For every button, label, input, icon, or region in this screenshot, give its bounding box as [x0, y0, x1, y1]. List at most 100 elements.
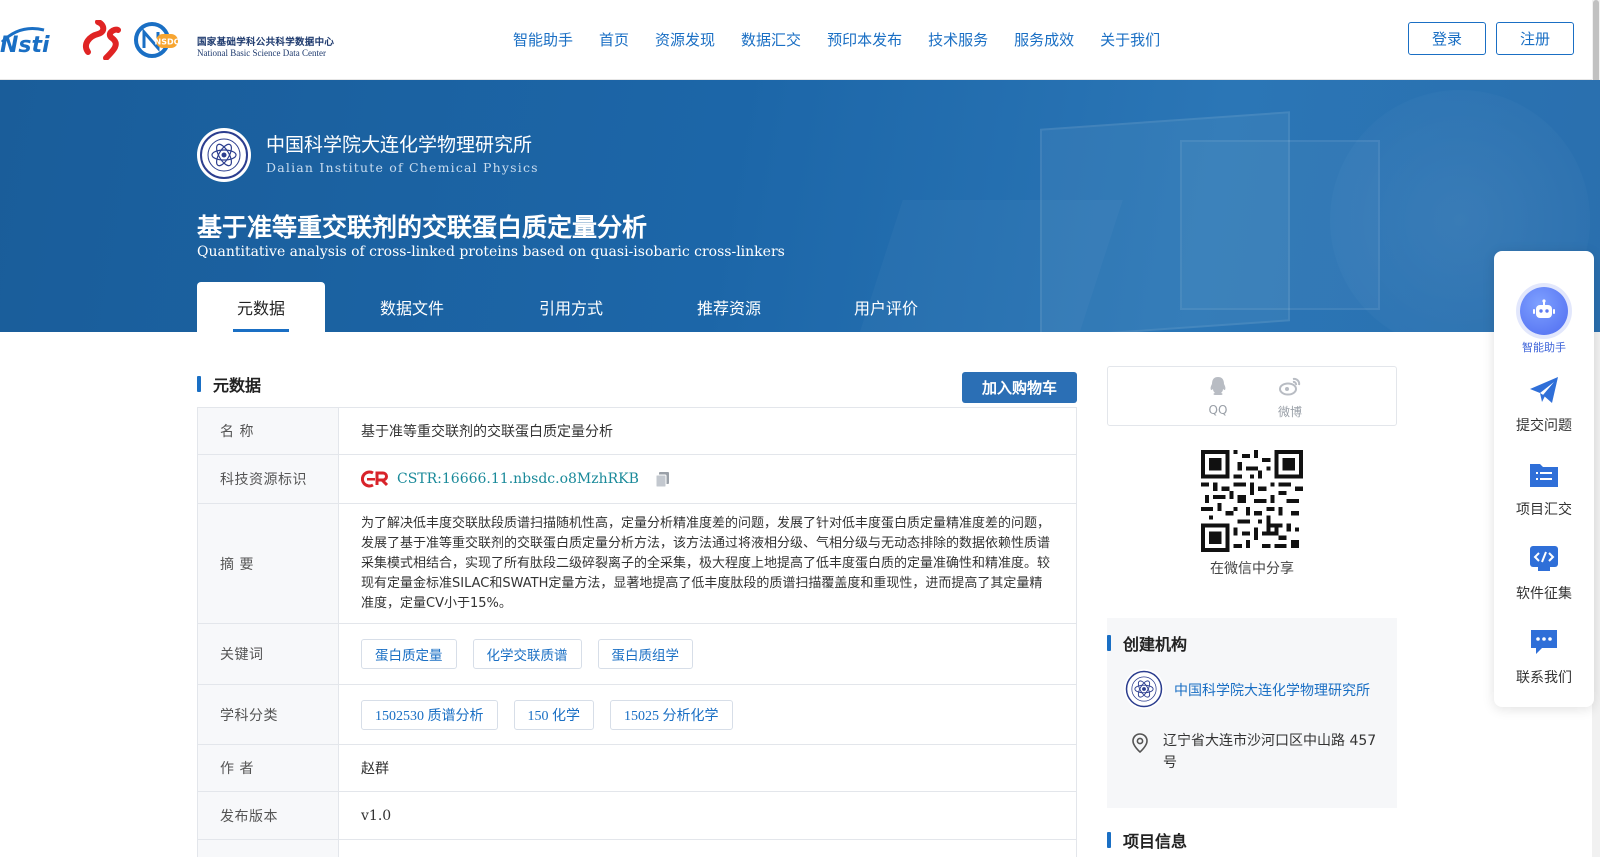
nav-service-results[interactable]: 服务成效 [1001, 28, 1087, 52]
side-submit-question-label: 提交问题 [1516, 418, 1572, 434]
side-submit-question-button[interactable]: 提交问题 [1494, 375, 1594, 435]
abstract-text: 为了解决低丰度交联肽段质谱扫描随机性高，定量分析精准度差的问题，发展了针对低丰度… [361, 515, 1051, 611]
floating-side-panel: 智能助手 提交问题 项目汇交 软件征集 联系我们 [1494, 251, 1594, 707]
table-row: 关键词 蛋白质定量 化学交联质谱 蛋白质组学 [198, 624, 1076, 685]
folder-list-icon [1530, 464, 1558, 487]
weibo-icon [1279, 377, 1301, 396]
section-accent-bar [197, 376, 201, 392]
nav-resource-discovery[interactable]: 资源发现 [642, 28, 728, 52]
paper-plane-icon [1530, 377, 1558, 403]
share-panel: QQ 微博 [1107, 366, 1397, 426]
cstr-link[interactable]: CSTR:16666.11.nbsdc.o8MzhRKB [397, 471, 639, 487]
keyword-tag[interactable]: 蛋白质组学 [597, 639, 693, 669]
nav-ai-assistant[interactable]: 智能助手 [500, 28, 586, 52]
tab-recommended[interactable]: 推荐资源 [643, 282, 815, 332]
section-accent-bar [1107, 635, 1111, 651]
nsdc-logo-text: 国家基础学科公共科学数据中心 National Basic Science Da… [197, 34, 357, 58]
keywords-label: 关键词 [198, 624, 339, 684]
metadata-section-header: 元数据 [197, 372, 261, 396]
subject-tag[interactable]: 15025 分析化学 [610, 699, 733, 730]
abstract-cell: 为了解决低丰度交联肽段质谱扫描随机性高，定量分析精准度差的问题，发展了针对低丰度… [339, 504, 1076, 623]
page-subtitle: Quantitative analysis of cross-linked pr… [197, 244, 785, 260]
page-title: 基于准等重交联剂的交联蛋白质定量分析 [197, 213, 648, 242]
organization-address: 辽宁省大连市沙河口区中山路 457 号 [1163, 733, 1377, 771]
share-qq-button[interactable]: QQ [1198, 375, 1238, 417]
table-row: 发布版本 v1.0 [198, 792, 1076, 840]
side-software-collection-button[interactable]: 软件征集 [1494, 543, 1594, 603]
copy-icon[interactable] [653, 469, 673, 489]
wechat-qr-code [1201, 450, 1303, 552]
nav-data-submission[interactable]: 数据汇交 [728, 28, 814, 52]
side-software-collection-label: 软件征集 [1516, 586, 1572, 602]
institution-name-en: Dalian Institute of Chemical Physics [266, 160, 539, 175]
institution-name-cn: 中国科学院大连化学物理研究所 [266, 134, 533, 156]
side-ai-assistant-label: 智能助手 [1522, 341, 1566, 354]
name-value: 基于准等重交联剂的交联蛋白质定量分析 [361, 424, 613, 440]
version-value: v1.0 [361, 807, 392, 824]
table-row: 名 称 基于准等重交联剂的交联蛋白质定量分析 [198, 408, 1076, 455]
login-button[interactable]: 登录 [1408, 22, 1486, 55]
nsti-logo[interactable]: Nsti [0, 22, 68, 58]
wechat-share-caption: 在微信中分享 [1210, 561, 1294, 577]
nav-tech-services[interactable]: 技术服务 [915, 28, 1001, 52]
table-row [198, 840, 1076, 857]
project-section-title: 项目信息 [1123, 832, 1188, 851]
table-row: 科技资源标识 CSTR:16666.11.nbsdc.o8MzhRKB [198, 455, 1076, 504]
metadata-table: 名 称 基于准等重交联剂的交联蛋白质定量分析 科技资源标识 CSTR:16666… [197, 407, 1077, 857]
tab-citation[interactable]: 引用方式 [499, 282, 643, 332]
subject-tag[interactable]: 150 化学 [513, 699, 594, 730]
tab-metadata[interactable]: 元数据 [197, 282, 325, 332]
keyword-tag[interactable]: 蛋白质定量 [361, 639, 457, 669]
resource-id-cell: CSTR:16666.11.nbsdc.o8MzhRKB [339, 455, 1076, 503]
robot-icon [1520, 287, 1568, 335]
partner-red-logo[interactable] [80, 20, 122, 60]
project-section-header: 项目信息 [1107, 828, 1187, 852]
share-qq-label: QQ [1208, 403, 1228, 417]
share-weibo-label: 微博 [1277, 405, 1302, 419]
nsdc-logo[interactable]: NSDC [134, 20, 178, 60]
organization-name-link[interactable]: 中国科学院大连化学物理研究所 [1174, 680, 1370, 700]
side-project-collection-label: 项目汇交 [1516, 502, 1572, 518]
resource-banner: 中国科学院大连化学物理研究所 Dalian Institute of Chemi… [0, 80, 1600, 332]
organization-logo [1124, 669, 1164, 709]
cstr-identifier: CSTR:16666.11.nbsdc.o8MzhRKB [361, 469, 673, 489]
register-button[interactable]: 注册 [1496, 22, 1574, 55]
top-navigation-bar: Nsti NSDC 国家基础学科公共科学数据中心 National Basic … [0, 0, 1600, 80]
subject-cell: 1502530 质谱分析 150 化学 15025 分析化学 [339, 685, 1076, 744]
code-icon [1530, 546, 1558, 571]
next-row-value [339, 840, 1076, 857]
version-label: 发布版本 [198, 792, 339, 839]
table-row: 摘 要 为了解决低丰度交联肽段质谱扫描随机性高，定量分析精准度差的问题，发展了针… [198, 504, 1076, 624]
side-contact-us-button[interactable]: 联系我们 [1494, 627, 1594, 687]
metadata-section-title: 元数据 [213, 376, 262, 395]
share-weibo-button[interactable]: 微博 [1270, 375, 1310, 420]
author-value: 赵群 [361, 761, 389, 777]
nsdc-name-cn: 国家基础学科公共科学数据中心 [197, 37, 335, 48]
keyword-tag[interactable]: 化学交联质谱 [472, 639, 582, 669]
location-icon [1132, 733, 1148, 754]
abstract-label: 摘 要 [198, 504, 339, 623]
nav-about[interactable]: 关于我们 [1087, 28, 1173, 52]
nsdc-badge-text: NSDC [155, 38, 178, 47]
add-to-cart-button[interactable]: 加入购物车 [962, 372, 1077, 403]
cstr-logo-icon [361, 470, 389, 488]
section-accent-bar [1107, 832, 1111, 848]
tab-user-reviews[interactable]: 用户评价 [815, 282, 957, 332]
tab-data-files[interactable]: 数据文件 [325, 282, 499, 332]
nsti-logo-text: Nsti [0, 33, 50, 58]
subject-tag[interactable]: 1502530 质谱分析 [361, 699, 498, 730]
author-label: 作 者 [198, 745, 339, 791]
resource-id-label: 科技资源标识 [198, 455, 339, 503]
nav-preprint[interactable]: 预印本发布 [814, 28, 915, 52]
main-nav: 智能助手 首页 资源发现 数据汇交 预印本发布 技术服务 服务成效 关于我们 [500, 28, 1173, 52]
qq-icon [1210, 377, 1226, 395]
side-ai-assistant-button[interactable]: 智能助手 [1494, 287, 1594, 355]
nav-home[interactable]: 首页 [586, 28, 642, 52]
next-row-label [198, 840, 339, 857]
table-row: 作 者 赵群 [198, 745, 1076, 792]
organization-section-title: 创建机构 [1123, 635, 1188, 654]
side-project-collection-button[interactable]: 项目汇交 [1494, 459, 1594, 519]
subject-label: 学科分类 [198, 685, 339, 744]
name-label: 名 称 [198, 408, 339, 454]
nsdc-name-en: National Basic Science Data Center [197, 48, 326, 58]
